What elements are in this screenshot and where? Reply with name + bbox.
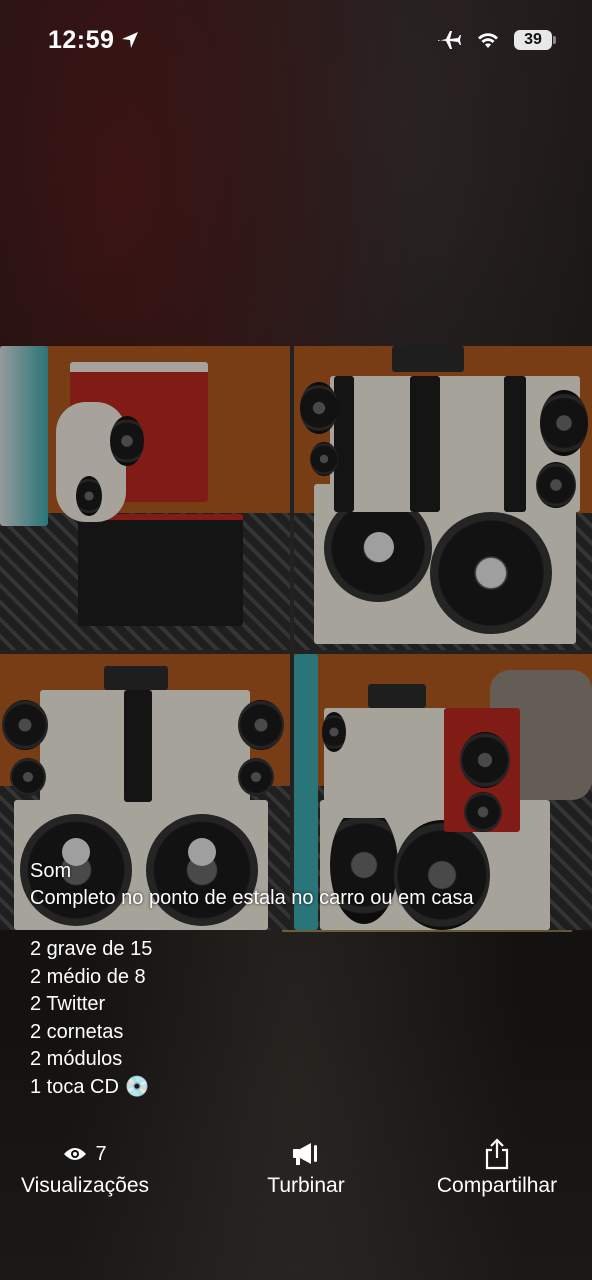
views-top: 7 (12, 1134, 158, 1174)
views-label: Visualizações (20, 1174, 150, 1197)
status-bar: 12:59 39 (0, 0, 592, 80)
photo-1[interactable] (0, 346, 290, 650)
detail-line: 2 médio de 8 (30, 965, 146, 988)
boost-label: Turbinar (267, 1174, 345, 1197)
share-icon (485, 1138, 509, 1170)
action-bar: 7 Visualizações Turbinar Compartilhar (0, 1134, 592, 1214)
time-group: 12:59 (48, 26, 140, 55)
boost-button[interactable]: Turbinar (258, 1134, 354, 1198)
photo-2[interactable] (294, 346, 592, 650)
airplane-icon (438, 31, 461, 49)
status-icons: 39 (436, 29, 556, 51)
megaphone-icon (293, 1143, 317, 1165)
detail-line: 1 toca CD 💿 (30, 1075, 150, 1098)
detail-line: 2 grave de 15 (30, 938, 153, 960)
share-button[interactable]: Compartilhar (424, 1134, 570, 1198)
share-top (424, 1134, 570, 1174)
battery-icon: 39 (514, 30, 556, 50)
boost-top (258, 1134, 354, 1174)
photo-grid[interactable] (0, 346, 592, 930)
location-arrow-icon (122, 32, 139, 48)
post-details: 2 grave de 15 2 médio de 8 2 Twitter 2 c… (30, 936, 430, 1101)
wifi-icon (478, 33, 498, 48)
detail-line: 2 cornetas (30, 1020, 124, 1043)
views-count: 7 (95, 1142, 107, 1165)
share-label: Compartilhar (436, 1174, 558, 1197)
views-button[interactable]: 7 Visualizações (12, 1134, 158, 1198)
detail-line: 2 Twitter (30, 993, 106, 1015)
detail-line: 2 módulos (30, 1048, 123, 1070)
post-caption: Som Completo no ponto de estala no carro… (30, 858, 570, 912)
caption-subtitle: Completo no ponto de estala no carro ou … (30, 887, 474, 909)
progress-line (282, 930, 572, 932)
eye-icon (64, 1148, 87, 1160)
caption-title: Som (30, 860, 72, 882)
status-time: 12:59 (48, 25, 115, 54)
battery-level: 39 (524, 31, 542, 48)
